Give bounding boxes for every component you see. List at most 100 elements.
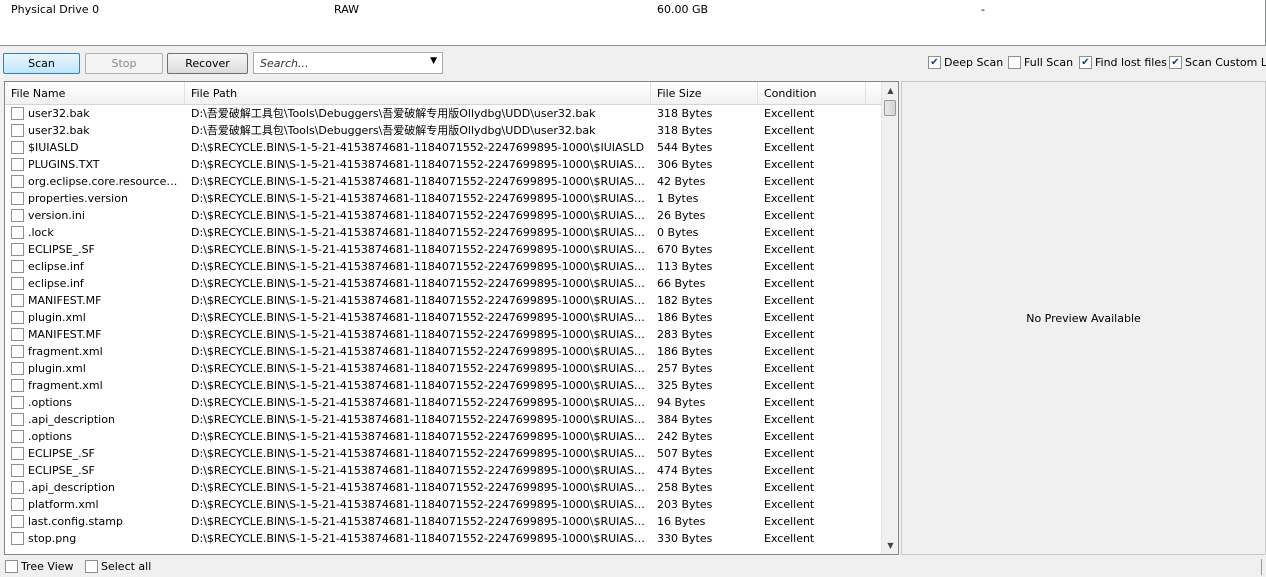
table-row[interactable]: org.eclipse.core.resources.pr... D:\$RECY… bbox=[5, 173, 881, 190]
search-combobox[interactable]: Search... ▼ bbox=[253, 52, 443, 74]
table-row[interactable]: MANIFEST.MF D:\$RECYCLE.BIN\S-1-5-21-4153… bbox=[5, 292, 881, 309]
row-checkbox[interactable] bbox=[11, 515, 24, 528]
recover-button[interactable]: Recover bbox=[167, 53, 248, 74]
table-row[interactable]: stop.png D:\$RECYCLE.BIN\S-1-5-21-4153874… bbox=[5, 530, 881, 547]
search-input[interactable]: Search... bbox=[260, 57, 309, 70]
row-checkbox[interactable] bbox=[11, 243, 24, 256]
table-row[interactable]: plugin.xml D:\$RECYCLE.BIN\S-1-5-21-41538… bbox=[5, 309, 881, 326]
tree-view-checkbox[interactable] bbox=[5, 560, 18, 573]
file-size-cell: 42 Bytes bbox=[657, 175, 706, 188]
file-size-cell: 0 Bytes bbox=[657, 226, 699, 239]
table-row[interactable]: fragment.xml D:\$RECYCLE.BIN\S-1-5-21-415… bbox=[5, 377, 881, 394]
row-checkbox[interactable] bbox=[11, 192, 24, 205]
condition-cell: Excellent bbox=[764, 158, 815, 171]
scan-custom-list-label: Scan Custom List bbox=[1185, 56, 1266, 69]
row-checkbox[interactable] bbox=[11, 464, 24, 477]
file-size-cell: 26 Bytes bbox=[657, 209, 706, 222]
table-row[interactable]: ECLIPSE_.SF D:\$RECYCLE.BIN\S-1-5-21-4153… bbox=[5, 462, 881, 479]
find-lost-files-option[interactable]: ✔ Find lost files bbox=[1079, 56, 1167, 69]
table-row[interactable]: .api_description D:\$RECYCLE.BIN\S-1-5-21… bbox=[5, 411, 881, 428]
row-checkbox[interactable] bbox=[11, 481, 24, 494]
vertical-scrollbar[interactable]: ▲ ▼ bbox=[881, 82, 898, 554]
full-scan-option[interactable]: Full Scan bbox=[1008, 56, 1073, 69]
table-row[interactable]: $IUIASLD D:\$RECYCLE.BIN\S-1-5-21-4153874… bbox=[5, 139, 881, 156]
scan-custom-list-option[interactable]: ✔ Scan Custom List bbox=[1169, 56, 1266, 69]
drive-info-panel[interactable]: Physical Drive 0 RAW 60.00 GB - bbox=[0, 0, 1266, 46]
find-lost-files-checkbox[interactable]: ✔ bbox=[1079, 56, 1092, 69]
column-header-condition[interactable]: Condition bbox=[758, 82, 866, 105]
table-row[interactable]: ECLIPSE_.SF D:\$RECYCLE.BIN\S-1-5-21-4153… bbox=[5, 445, 881, 462]
table-row[interactable]: eclipse.inf D:\$RECYCLE.BIN\S-1-5-21-4153… bbox=[5, 275, 881, 292]
scan-button[interactable]: Scan bbox=[3, 53, 80, 74]
row-checkbox[interactable] bbox=[11, 141, 24, 154]
table-row[interactable]: MANIFEST.MF D:\$RECYCLE.BIN\S-1-5-21-4153… bbox=[5, 326, 881, 343]
table-row[interactable]: plugin.xml D:\$RECYCLE.BIN\S-1-5-21-41538… bbox=[5, 360, 881, 377]
table-row[interactable]: version.ini D:\$RECYCLE.BIN\S-1-5-21-4153… bbox=[5, 207, 881, 224]
file-path-cell: D:\$RECYCLE.BIN\S-1-5-21-4153874681-1184… bbox=[191, 345, 646, 358]
row-checkbox[interactable] bbox=[11, 396, 24, 409]
file-name-cell: properties.version bbox=[28, 192, 128, 205]
table-row[interactable]: platform.xml D:\$RECYCLE.BIN\S-1-5-21-415… bbox=[5, 496, 881, 513]
scroll-up-arrow-icon[interactable]: ▲ bbox=[882, 82, 898, 99]
file-path-cell: D:\$RECYCLE.BIN\S-1-5-21-4153874681-1184… bbox=[191, 311, 646, 324]
condition-cell: Excellent bbox=[764, 141, 815, 154]
row-checkbox[interactable] bbox=[11, 379, 24, 392]
file-path-cell: D:\$RECYCLE.BIN\S-1-5-21-4153874681-1184… bbox=[191, 277, 646, 290]
deep-scan-checkbox[interactable]: ✔ bbox=[928, 56, 941, 69]
row-checkbox[interactable] bbox=[11, 260, 24, 273]
row-checkbox[interactable] bbox=[11, 226, 24, 239]
column-header-file-size[interactable]: File Size bbox=[651, 82, 758, 105]
file-name-cell: .api_description bbox=[28, 413, 115, 426]
condition-cell: Excellent bbox=[764, 328, 815, 341]
scroll-down-arrow-icon[interactable]: ▼ bbox=[882, 537, 898, 554]
row-checkbox[interactable] bbox=[11, 328, 24, 341]
row-checkbox[interactable] bbox=[11, 413, 24, 426]
row-checkbox[interactable] bbox=[11, 362, 24, 375]
table-row[interactable]: user32.bak D:\吾爱破解工具包\Tools\Debuggers\吾爱破… bbox=[5, 122, 881, 139]
select-all-option[interactable]: Select all bbox=[85, 560, 151, 573]
row-checkbox[interactable] bbox=[11, 294, 24, 307]
table-row[interactable]: .options D:\$RECYCLE.BIN\S-1-5-21-4153874… bbox=[5, 428, 881, 445]
table-row[interactable]: ECLIPSE_.SF D:\$RECYCLE.BIN\S-1-5-21-4153… bbox=[5, 241, 881, 258]
row-checkbox[interactable] bbox=[11, 158, 24, 171]
table-row[interactable]: eclipse.inf D:\$RECYCLE.BIN\S-1-5-21-4153… bbox=[5, 258, 881, 275]
file-name-cell: ECLIPSE_.SF bbox=[28, 243, 95, 256]
scrollbar-thumb[interactable] bbox=[884, 100, 896, 116]
resize-grip-icon[interactable] bbox=[1261, 559, 1266, 575]
row-checkbox[interactable] bbox=[11, 209, 24, 222]
select-all-checkbox[interactable] bbox=[85, 560, 98, 573]
row-checkbox[interactable] bbox=[11, 447, 24, 460]
scan-custom-list-checkbox[interactable]: ✔ bbox=[1169, 56, 1182, 69]
row-checkbox[interactable] bbox=[11, 430, 24, 443]
row-checkbox[interactable] bbox=[11, 107, 24, 120]
file-list[interactable]: File Name File Path File Size Condition … bbox=[4, 81, 899, 555]
row-checkbox[interactable] bbox=[11, 124, 24, 137]
stop-button[interactable]: Stop bbox=[85, 53, 163, 74]
deep-scan-option[interactable]: ✔ Deep Scan bbox=[928, 56, 1003, 69]
dropdown-arrow-icon[interactable]: ▼ bbox=[430, 56, 437, 66]
table-row[interactable]: user32.bak D:\吾爱破解工具包\Tools\Debuggers\吾爱破… bbox=[5, 105, 881, 122]
table-row[interactable]: properties.version D:\$RECYCLE.BIN\S-1-5-… bbox=[5, 190, 881, 207]
table-row[interactable]: last.config.stamp D:\$RECYCLE.BIN\S-1-5-2… bbox=[5, 513, 881, 530]
table-row[interactable]: PLUGINS.TXT D:\$RECYCLE.BIN\S-1-5-21-4153… bbox=[5, 156, 881, 173]
row-checkbox[interactable] bbox=[11, 277, 24, 290]
file-path-cell: D:\$RECYCLE.BIN\S-1-5-21-4153874681-1184… bbox=[191, 141, 645, 154]
full-scan-checkbox[interactable] bbox=[1008, 56, 1021, 69]
column-header-file-path[interactable]: File Path bbox=[185, 82, 651, 105]
row-checkbox[interactable] bbox=[11, 498, 24, 511]
table-row[interactable]: fragment.xml D:\$RECYCLE.BIN\S-1-5-21-415… bbox=[5, 343, 881, 360]
table-row[interactable]: .api_description D:\$RECYCLE.BIN\S-1-5-21… bbox=[5, 479, 881, 496]
row-checkbox[interactable] bbox=[11, 345, 24, 358]
table-row[interactable]: .options D:\$RECYCLE.BIN\S-1-5-21-4153874… bbox=[5, 394, 881, 411]
condition-cell: Excellent bbox=[764, 107, 815, 120]
condition-cell: Excellent bbox=[764, 124, 815, 137]
table-row[interactable]: .lock D:\$RECYCLE.BIN\S-1-5-21-4153874681… bbox=[5, 224, 881, 241]
row-checkbox[interactable] bbox=[11, 311, 24, 324]
column-header-file-name[interactable]: File Name bbox=[5, 82, 185, 105]
row-checkbox[interactable] bbox=[11, 532, 24, 545]
file-size-cell: 203 Bytes bbox=[657, 498, 713, 511]
file-size-cell: 1 Bytes bbox=[657, 192, 699, 205]
file-name-cell: ECLIPSE_.SF bbox=[28, 464, 95, 477]
row-checkbox[interactable] bbox=[11, 175, 24, 188]
tree-view-option[interactable]: Tree View bbox=[5, 560, 74, 573]
